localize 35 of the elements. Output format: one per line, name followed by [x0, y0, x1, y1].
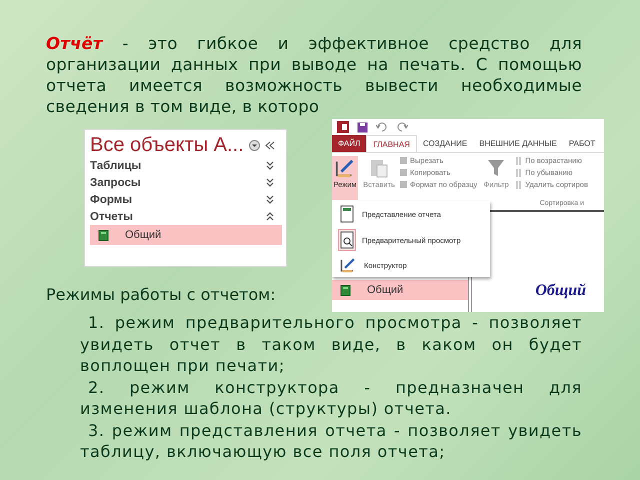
expand-chevron-icon[interactable] [266, 178, 274, 187]
modes-heading: Режимы работы с отчетом: [46, 285, 276, 304]
report-icon [340, 284, 351, 296]
mode-description: 1. режим предварительного просмотра - позволяет увидеть отчет в таком виде, в каком он будет воплощен при печати; [80, 312, 582, 376]
ruler-pen-icon [340, 257, 356, 273]
dropdown-icon[interactable] [248, 140, 260, 151]
expand-chevron-icon[interactable] [266, 195, 274, 204]
expand-chevron-icon[interactable] [266, 161, 274, 170]
clipboard-icon [370, 158, 388, 178]
magnifier-page-icon [340, 231, 354, 249]
sort-icon [515, 156, 522, 164]
sort-icon [515, 180, 522, 188]
mode-description: 3. режим представления отчета - позволяет увидеть таблицу, включающую все поля отчета; [80, 420, 582, 462]
group-header[interactable]: Запросы [90, 176, 141, 188]
collapse-chevron-icon[interactable] [266, 212, 274, 221]
save-icon[interactable] [357, 122, 368, 132]
report-list-item[interactable]: Общий [332, 280, 468, 300]
collapse-pane-icon[interactable] [264, 141, 275, 150]
redo-icon[interactable] [396, 122, 408, 132]
report-page-icon [340, 205, 354, 223]
group-header[interactable]: Формы [90, 194, 132, 206]
funnel-icon [487, 158, 506, 178]
report-list-item[interactable]: Общий [90, 225, 282, 245]
navigation-pane-title: Все объекты A... [90, 134, 244, 157]
ribbon-tab[interactable]: ГЛАВНАЯ [366, 135, 417, 152]
undo-icon[interactable] [376, 122, 388, 132]
intro-paragraph: Отчёт - это гибкое и эффективное средство для организации данных при выводе на печать. С помощью отчета имеется возможность вывести необходимые сведения в том виде, в которо [46, 33, 582, 117]
group-header[interactable]: Таблицы [90, 160, 142, 172]
group-header[interactable]: Отчеты [90, 210, 133, 222]
ruler-pen-icon [335, 158, 355, 178]
sort-icon [515, 168, 522, 176]
report-icon [98, 230, 109, 240]
report-title: Общий [535, 282, 586, 301]
mode-description: 2. режим конструктора - предназначен для изменения шаблона (структуры) отчета. [80, 376, 582, 420]
file-tab[interactable]: ФАЙЛ [332, 135, 366, 152]
